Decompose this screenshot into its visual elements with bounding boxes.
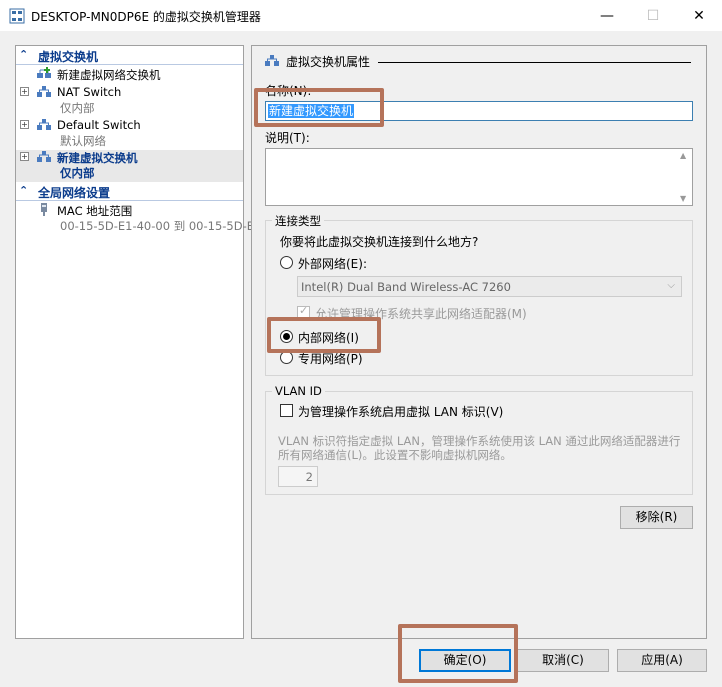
checkmark-icon: ✓ bbox=[299, 304, 309, 317]
connection-type-title: 连接类型 bbox=[272, 213, 324, 229]
collapse-icon[interactable]: ⌃ bbox=[19, 184, 31, 197]
internal-network-radio[interactable] bbox=[280, 330, 293, 343]
vlan-description-line2: 所有网络通信(L)。此设置不影响虚拟机网络。 bbox=[278, 448, 512, 462]
external-network-label[interactable]: 外部网络(E): bbox=[298, 255, 367, 272]
enable-vlan-checkbox[interactable] bbox=[280, 404, 293, 417]
network-switch-icon bbox=[265, 55, 279, 66]
switch-manager-icon bbox=[9, 8, 25, 24]
section-global-network-settings[interactable]: ⌃ 全局网络设置 bbox=[16, 184, 243, 201]
tree-item-label: 新建虚拟交换机 bbox=[57, 151, 138, 165]
tree-item-type: 仅内部 bbox=[60, 101, 95, 115]
title-bar: DESKTOP-MN0DP6E 的虚拟交换机管理器 — ☐ ✕ bbox=[0, 0, 722, 31]
enable-vlan-label[interactable]: 为管理操作系统启用虚拟 LAN 标识(V) bbox=[298, 403, 503, 420]
connection-question: 你要将此虚拟交换机连接到什么地方? bbox=[280, 235, 479, 249]
switch-properties-title: 虚拟交换机属性 bbox=[264, 53, 370, 70]
new-virtual-switch-item[interactable]: 新建虚拟网络交换机 bbox=[16, 67, 243, 83]
expand-icon[interactable]: + bbox=[20, 87, 29, 96]
tree-item-label: NAT Switch bbox=[57, 85, 122, 99]
navigation-pane: ⌃ 虚拟交换机 新建虚拟网络交换机 + NAT Switch 仅内部 + Def… bbox=[15, 45, 265, 639]
tree-item-label: 新建虚拟网络交换机 bbox=[57, 68, 161, 82]
scroll-up-icon[interactable]: ▲ bbox=[680, 151, 686, 160]
section-label: 虚拟交换机 bbox=[38, 50, 99, 64]
description-label: 说明(T): bbox=[265, 131, 310, 145]
private-network-label[interactable]: 专用网络(P) bbox=[298, 350, 363, 367]
chevron-down-icon: ⌵ bbox=[667, 280, 675, 291]
description-scrollbar[interactable]: ▲ ▼ bbox=[676, 149, 692, 205]
divider bbox=[378, 62, 691, 63]
tree-item-default-switch[interactable]: + Default Switch 默认网络 bbox=[16, 118, 243, 150]
tree-item-new-virtual-switch[interactable]: + 新建虚拟交换机 仅内部 bbox=[16, 150, 243, 182]
section-label: 全局网络设置 bbox=[38, 186, 111, 200]
name-label: 名称(N): bbox=[265, 84, 312, 98]
apply-button[interactable]: 应用(A) bbox=[617, 649, 707, 672]
tree-item-nat-switch[interactable]: + NAT Switch 仅内部 bbox=[16, 85, 243, 117]
allow-management-share-label[interactable]: 允许管理操作系统共享此网络适配器(M) bbox=[315, 305, 527, 322]
external-network-radio[interactable] bbox=[280, 256, 293, 269]
network-switch-icon bbox=[37, 151, 51, 162]
tree-item-label: MAC 地址范围 bbox=[57, 204, 133, 218]
description-textarea[interactable]: ▲ ▼ bbox=[265, 148, 693, 206]
remove-button[interactable]: 移除(R) bbox=[620, 506, 693, 529]
collapse-icon[interactable]: ⌃ bbox=[19, 48, 31, 61]
network-switch-icon bbox=[37, 86, 51, 97]
private-network-radio[interactable] bbox=[280, 351, 293, 364]
switch-name-input[interactable]: 新建虚拟交换机 bbox=[265, 101, 693, 121]
cancel-button[interactable]: 取消(C) bbox=[517, 649, 609, 672]
adapter-selected-value: Intel(R) Dual Band Wireless-AC 7260 bbox=[301, 280, 511, 294]
vlan-title: VLAN ID bbox=[272, 384, 325, 398]
network-adapter-icon bbox=[41, 203, 47, 216]
tree-item-type: 默认网络 bbox=[60, 134, 106, 148]
maximize-button[interactable]: ☐ bbox=[630, 0, 676, 31]
section-virtual-switches[interactable]: ⌃ 虚拟交换机 bbox=[16, 48, 243, 65]
ok-button[interactable]: 确定(O) bbox=[419, 649, 511, 672]
tree-item-mac-range[interactable]: MAC 地址范围 00-15-5D-E1-40-00 到 00-15-5D-E.… bbox=[16, 203, 265, 235]
expand-icon[interactable]: + bbox=[20, 152, 29, 161]
scroll-down-icon[interactable]: ▼ bbox=[680, 194, 686, 203]
internal-network-label[interactable]: 内部网络(I) bbox=[298, 329, 359, 346]
window-title: DESKTOP-MN0DP6E 的虚拟交换机管理器 bbox=[31, 10, 261, 24]
add-network-icon bbox=[37, 67, 51, 78]
mac-range-value: 00-15-5D-E1-40-00 到 00-15-5D-E... bbox=[60, 219, 265, 233]
tree-item-label: Default Switch bbox=[57, 118, 141, 132]
group-title-text: 虚拟交换机属性 bbox=[286, 55, 371, 69]
name-input-value: 新建虚拟交换机 bbox=[268, 104, 355, 118]
tree-item-type: 仅内部 bbox=[60, 166, 95, 180]
network-switch-icon bbox=[37, 119, 51, 130]
allow-management-share-checkbox[interactable]: ✓ bbox=[297, 304, 310, 319]
minimize-button[interactable]: — bbox=[584, 0, 630, 31]
network-adapter-select[interactable]: Intel(R) Dual Band Wireless-AC 7260 ⌵ bbox=[297, 276, 682, 297]
expand-icon[interactable]: + bbox=[20, 120, 29, 129]
vlan-id-input[interactable]: 2 bbox=[278, 466, 318, 487]
close-button[interactable]: ✕ bbox=[676, 0, 722, 31]
